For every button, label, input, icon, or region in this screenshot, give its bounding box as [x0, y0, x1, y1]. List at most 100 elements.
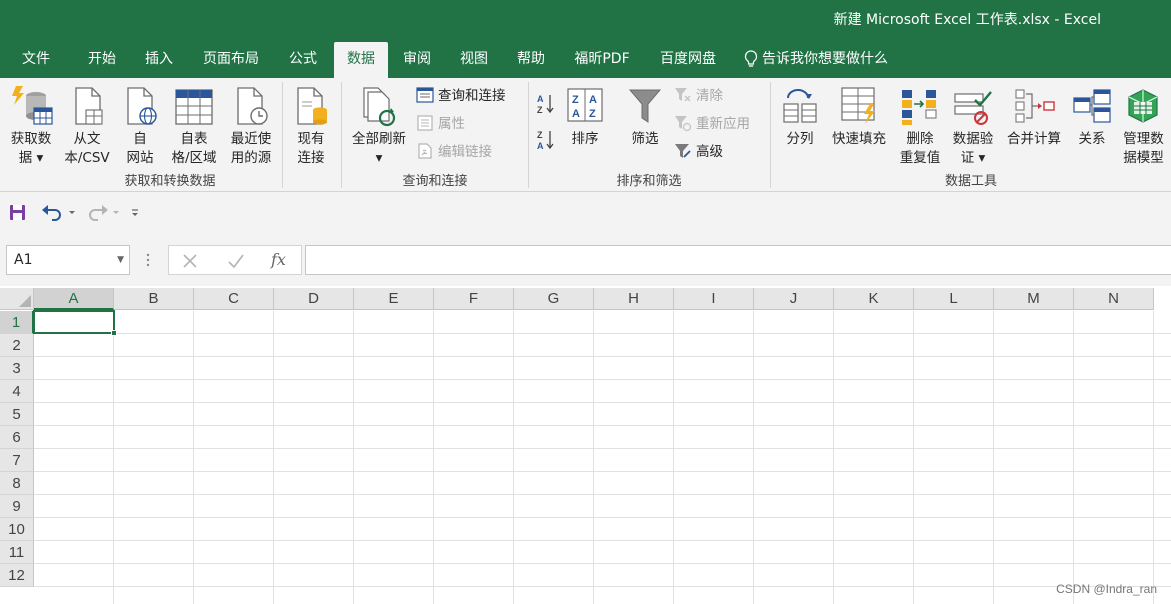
select-all-button[interactable] — [0, 288, 34, 310]
refresh-all-button[interactable]: 全部刷新 ▾ — [346, 82, 412, 168]
column-header[interactable]: E — [354, 288, 434, 310]
tab-home[interactable]: 开始 — [76, 42, 128, 78]
consolidate-button[interactable]: 合并计算 — [1000, 82, 1068, 168]
insert-function-button[interactable]: fx — [271, 250, 286, 269]
tab-page-layout[interactable]: 页面布局 — [192, 42, 270, 78]
lightbulb-icon — [744, 50, 758, 67]
name-box-value: A1 — [14, 252, 33, 268]
reapply-filter-button[interactable]: 重新应用 — [674, 113, 750, 135]
remove-duplicates-label: 删除 重复值 — [899, 131, 941, 166]
selected-cell[interactable] — [33, 310, 115, 334]
row-header[interactable]: 1 — [0, 311, 34, 334]
row-header[interactable]: 9 — [0, 495, 34, 518]
group-label-queries: 查询和连接 — [402, 174, 468, 189]
svg-text:Z: Z — [537, 130, 543, 140]
column-header[interactable]: I — [674, 288, 754, 310]
chevron-down-icon[interactable]: ▼ — [117, 246, 124, 274]
tab-help[interactable]: 帮助 — [506, 42, 556, 78]
tab-data[interactable]: 数据 — [334, 42, 388, 78]
save-icon — [10, 205, 25, 220]
row-header[interactable]: 11 — [0, 541, 34, 564]
flash-fill-label: 快速填充 — [832, 131, 886, 147]
tab-review[interactable]: 审阅 — [392, 42, 442, 78]
remove-duplicates-button[interactable]: 删除 重复值 — [894, 82, 946, 168]
data-validation-button[interactable]: 数据验 证 ▾ — [948, 82, 998, 168]
column-header[interactable]: J — [754, 288, 834, 310]
fill-handle[interactable] — [111, 330, 117, 336]
window-title: 新建 Microsoft Excel 工作表.xlsx - Excel — [833, 12, 1101, 28]
row-header[interactable]: 2 — [0, 334, 34, 357]
properties-icon — [417, 115, 433, 131]
cancel-icon[interactable] — [181, 252, 199, 270]
redo-button[interactable] — [84, 202, 122, 224]
edit-links-button[interactable]: 编辑链接 — [416, 141, 492, 163]
save-button[interactable] — [8, 202, 28, 224]
queries-connections-button[interactable]: 查询和连接 — [416, 85, 506, 107]
tab-foxit-pdf[interactable]: 福昕PDF — [564, 42, 640, 78]
sort-z-to-a-button[interactable]: Z A — [536, 128, 556, 151]
resize-handle-icon[interactable] — [145, 251, 151, 269]
properties-button[interactable]: 属性 — [416, 113, 465, 135]
clear-filter-button[interactable]: 清除 — [674, 85, 723, 107]
row-header[interactable]: 7 — [0, 449, 34, 472]
sort-dialog-icon: Z A A Z — [567, 88, 603, 122]
column-header[interactable]: F — [434, 288, 514, 310]
tab-baidu-netdisk[interactable]: 百度网盘 — [650, 42, 726, 78]
row-header[interactable]: 3 — [0, 357, 34, 380]
row-header[interactable]: 12 — [0, 564, 34, 587]
gridline-vertical — [193, 311, 194, 604]
properties-label: 属性 — [438, 116, 465, 132]
group-label-sort-filter: 排序和筛选 — [616, 174, 682, 189]
from-table-range-button[interactable]: 自表 格/区域 — [166, 82, 222, 168]
row-header[interactable]: 6 — [0, 426, 34, 449]
customize-toolbar-button[interactable] — [128, 202, 142, 224]
select-all-triangle-icon — [19, 295, 31, 307]
row-header[interactable]: 8 — [0, 472, 34, 495]
sort-button[interactable]: Z A A Z 排序 — [562, 82, 608, 168]
sort-label: 排序 — [571, 131, 599, 147]
column-header[interactable]: N — [1074, 288, 1154, 310]
relationships-button[interactable]: 关系 — [1070, 82, 1114, 168]
column-header[interactable]: D — [274, 288, 354, 310]
column-header[interactable]: H — [594, 288, 674, 310]
flash-fill-button[interactable]: 快速填充 — [826, 82, 892, 168]
advanced-filter-button[interactable]: 高级 — [674, 141, 723, 163]
gridline-horizontal — [34, 471, 1171, 472]
group-label-data-tools: 数据工具 — [944, 174, 997, 189]
queries-pane-icon — [416, 87, 434, 103]
column-header[interactable]: L — [914, 288, 994, 310]
row-header[interactable]: 5 — [0, 403, 34, 426]
column-header[interactable]: B — [114, 288, 194, 310]
sort-descending-icon: Z A — [537, 130, 554, 151]
undo-button[interactable] — [40, 202, 78, 224]
column-header[interactable]: C — [194, 288, 274, 310]
consolidate-icon — [1015, 89, 1055, 123]
worksheet-grid[interactable]: ABCDEFGHIJKLMN 1 2 3 4 5 6 7 8 9 10 11 12 CSDN @Ind… — [0, 286, 1171, 604]
column-header[interactable]: A — [34, 288, 114, 310]
existing-connections-button[interactable]: 现有 连接 — [286, 82, 336, 168]
existing-connections-label: 现有 连接 — [297, 131, 325, 166]
get-data-button[interactable]: 获取数 据 ▾ — [4, 82, 58, 168]
name-box[interactable]: A1 ▼ — [6, 245, 130, 275]
tab-file[interactable]: 文件 — [8, 42, 64, 78]
gridline-horizontal — [34, 379, 1171, 380]
column-header[interactable]: K — [834, 288, 914, 310]
filter-button[interactable]: 筛选 — [622, 82, 668, 168]
from-text-csv-button[interactable]: 从文 本/CSV — [60, 82, 114, 168]
advanced-filter-label: 高级 — [696, 144, 723, 160]
tab-view[interactable]: 视图 — [448, 42, 500, 78]
text-to-columns-button[interactable]: 分列 — [778, 82, 822, 168]
sort-a-to-z-button[interactable]: A Z — [536, 92, 556, 115]
column-header[interactable]: M — [994, 288, 1074, 310]
tab-formulas[interactable]: 公式 — [278, 42, 328, 78]
row-header[interactable]: 10 — [0, 518, 34, 541]
column-header[interactable]: G — [514, 288, 594, 310]
manage-data-model-button[interactable]: 管理数 据模型 — [1116, 82, 1171, 168]
recent-sources-button[interactable]: 最近使 用的源 — [224, 82, 278, 168]
row-header[interactable]: 4 — [0, 380, 34, 403]
formula-input[interactable] — [305, 245, 1171, 275]
tell-me-search[interactable]: 告诉我你想要做什么 — [744, 42, 888, 78]
from-web-button[interactable]: 自 网站 — [118, 82, 162, 168]
confirm-icon[interactable] — [227, 252, 245, 270]
tab-insert[interactable]: 插入 — [134, 42, 184, 78]
